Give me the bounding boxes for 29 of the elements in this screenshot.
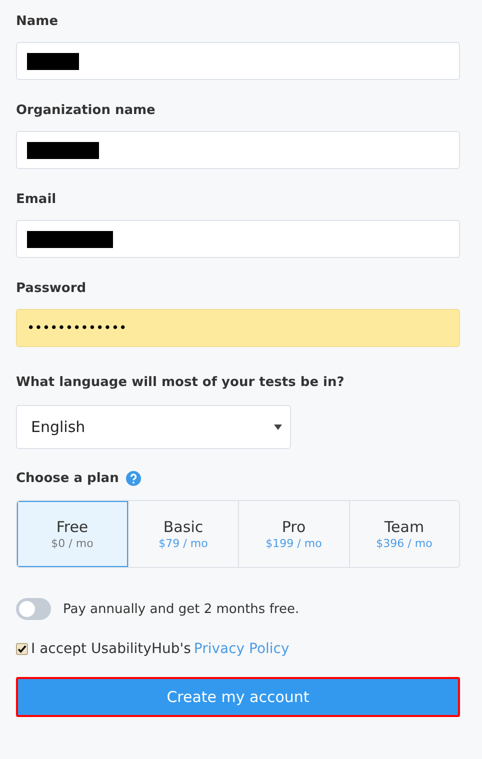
plan-name: Team [384,518,424,536]
field-label: What language will most of your tests be in? [16,375,344,390]
field-label: Organization name [16,103,156,118]
field-label: Name [16,14,58,29]
field-label: Email [16,192,56,207]
plan-name: Pro [282,518,306,536]
help-icon[interactable] [126,471,141,486]
terms-text: I accept UsabilityHub's [31,641,191,657]
input-field[interactable] [16,42,460,80]
plan-name: Free [56,518,88,536]
caret-icon [274,423,282,431]
input-field[interactable]: ••••••••••••• [16,309,460,347]
checkbox[interactable] [16,643,28,655]
plan-price: $199 / mo [266,537,322,550]
redaction-bar [27,142,99,158]
language-select[interactable]: English [16,405,291,449]
toggle-label: Pay annually and get 2 months free. [63,602,300,616]
toggle-switch[interactable] [16,598,51,620]
plan-name: Basic [163,518,204,536]
plan-price: $79 / mo [158,537,208,550]
field-label: Password [16,281,86,296]
plan-price: $396 / mo [376,537,432,550]
input-field[interactable] [16,220,460,258]
redaction-bar [27,52,79,70]
plan-option[interactable]: Team $396 / mo [348,501,459,567]
plan-option[interactable]: Free $0 / mo [17,501,128,567]
field-label: Choose a plan [16,471,119,486]
input-field[interactable] [16,131,460,169]
plan-price: $0 / mo [51,537,94,550]
